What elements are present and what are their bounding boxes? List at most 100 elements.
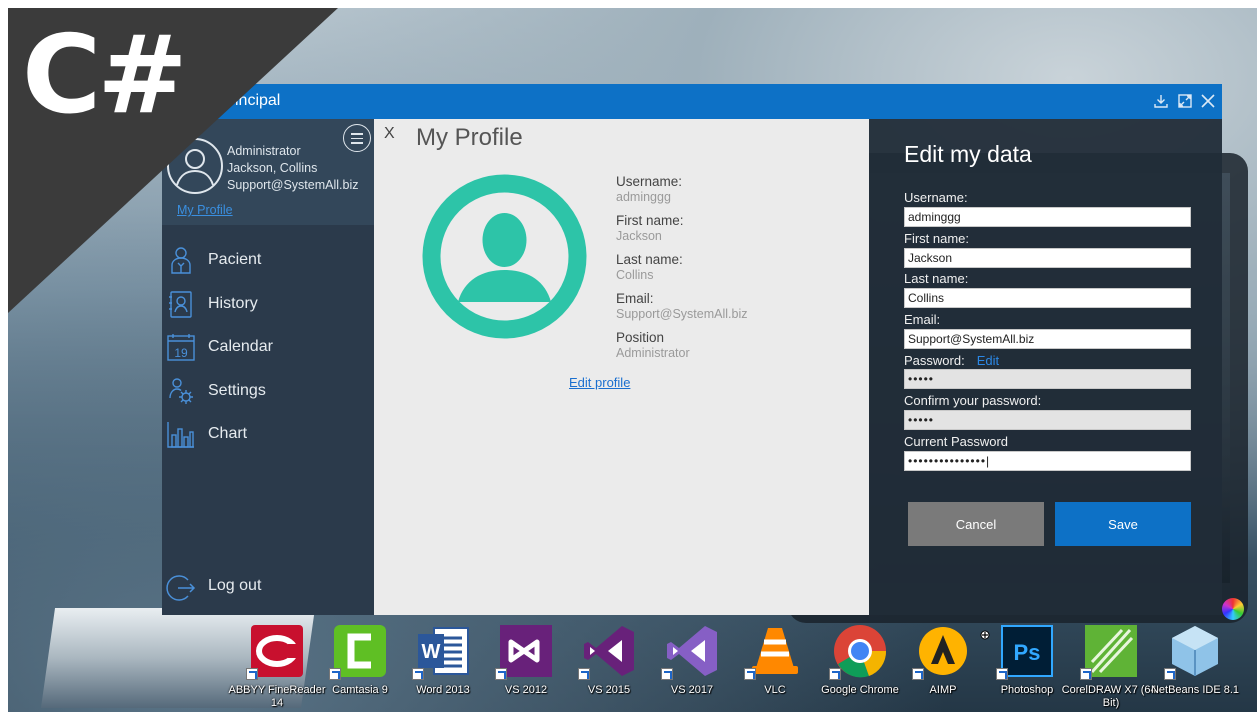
- position-label: Position: [616, 330, 665, 345]
- shortcut-arrow-icon: [1164, 668, 1176, 680]
- sidebar-item-calendar[interactable]: 19 Calendar: [162, 328, 374, 368]
- firstname-field[interactable]: [904, 248, 1191, 268]
- email-field[interactable]: [904, 329, 1191, 349]
- firstname-label: First name:: [616, 213, 684, 228]
- user-email: Support@SystemAll.biz: [227, 178, 359, 192]
- user-role: Administrator: [227, 144, 301, 158]
- current-password-label: Current Password: [904, 434, 1009, 449]
- shortcut-vs2012[interactable]: VS 2012: [481, 620, 561, 712]
- username-label: Username:: [616, 174, 683, 189]
- shortcut-camtasia[interactable]: Camtasia 9: [315, 620, 395, 712]
- lastname-value: Collins: [616, 268, 654, 282]
- sidebar-item-history[interactable]: History: [162, 285, 374, 325]
- calendar-icon: 19: [167, 334, 195, 361]
- username-field-label: Username:: [904, 190, 968, 205]
- position-value: Administrator: [616, 346, 690, 360]
- shortcut-arrow-icon: [495, 668, 507, 680]
- close-profile-button[interactable]: X: [384, 125, 395, 143]
- sidebar-item-label: History: [208, 295, 258, 312]
- settings-icon: [169, 378, 193, 404]
- shortcut-vs2017[interactable]: VS 2017: [647, 620, 727, 712]
- sidebar-item-label: Calendar: [208, 338, 273, 355]
- profile-fields: Username: adminggg First name: Jackson L…: [616, 174, 836, 369]
- top-border: [0, 0, 1257, 8]
- maximize-icon[interactable]: [1177, 93, 1193, 109]
- title-bar: Principal: [162, 84, 1222, 119]
- sidebar-item-pacient[interactable]: Pacient: [162, 241, 374, 281]
- username-field[interactable]: [904, 207, 1191, 227]
- edit-panel-title: Edit my data: [904, 141, 1032, 167]
- save-button[interactable]: Save: [1055, 502, 1191, 546]
- sidebar-item-label: Chart: [208, 425, 248, 442]
- shortcut-vs2015[interactable]: VS 2015: [564, 620, 644, 712]
- shortcut-word[interactable]: W Word 2013: [398, 620, 478, 712]
- shortcut-arrow-icon: [829, 668, 841, 680]
- my-profile-link[interactable]: My Profile: [177, 203, 233, 217]
- calendar-day: 19: [174, 346, 188, 360]
- lastname-field[interactable]: [904, 288, 1191, 308]
- logout-button[interactable]: Log out: [162, 569, 374, 609]
- profile-avatar-icon: [422, 174, 587, 339]
- download-icon[interactable]: [1153, 93, 1169, 109]
- sidebar-item-chart[interactable]: Chart: [162, 415, 374, 455]
- firstname-value: Jackson: [616, 229, 662, 243]
- email-field-label: Email:: [904, 312, 941, 327]
- password-label-text: Password:: [904, 353, 965, 368]
- user-name: Jackson, Collins: [227, 161, 318, 175]
- sidebar-item-label: Settings: [208, 382, 266, 399]
- shortcut-arrow-icon: [578, 668, 590, 680]
- password-field[interactable]: [904, 369, 1191, 389]
- shortcut-arrow-icon: [329, 668, 341, 680]
- shortcut-arrow-icon: [246, 668, 258, 680]
- my-profile-panel: X My Profile Username: adminggg First na…: [374, 119, 869, 615]
- color-wheel-icon: [1222, 598, 1244, 620]
- email-value: Support@SystemAll.biz: [616, 307, 748, 321]
- svg-text:W: W: [422, 641, 441, 663]
- shortcut-label: NetBeans IDE 8.1: [1150, 684, 1240, 696]
- shortcut-arrow-icon: [661, 668, 673, 680]
- shortcut-netbeans[interactable]: NetBeans IDE 8.1: [1150, 620, 1239, 712]
- cancel-button[interactable]: Cancel: [908, 502, 1044, 546]
- lastname-label: Last name:: [616, 252, 683, 267]
- shortcut-arrow-icon: [412, 668, 424, 680]
- confirm-password-label: Confirm your password:: [904, 393, 1042, 408]
- edit-profile-link[interactable]: Edit profile: [569, 375, 630, 390]
- email-label: Email:: [616, 291, 654, 306]
- password-field-label: Password: Edit: [904, 353, 999, 368]
- csharp-logo: C#: [22, 13, 188, 138]
- shortcut-coreldraw[interactable]: CorelDRAW X7 (64-Bit): [1062, 620, 1160, 712]
- history-icon: [169, 291, 192, 318]
- shortcut-aimp[interactable]: AIMP: [898, 620, 978, 712]
- firstname-field-label: First name:: [904, 231, 970, 246]
- shortcut-arrow-icon: [912, 668, 924, 680]
- menu-toggle-button[interactable]: [343, 124, 371, 152]
- current-password-field[interactable]: [904, 451, 1191, 471]
- cursor-icon: [980, 630, 990, 640]
- page-title: My Profile: [416, 124, 523, 151]
- username-value: adminggg: [616, 190, 671, 204]
- shortcut-arrow-icon: [996, 668, 1008, 680]
- shortcut-photoshop[interactable]: Ps Photoshop: [982, 620, 1062, 712]
- shortcut-chrome[interactable]: Google Chrome: [815, 620, 899, 712]
- user-details: Administrator Jackson, Collins Support@S…: [227, 143, 359, 194]
- sidebar-item-label: Pacient: [208, 251, 262, 268]
- lastname-field-label: Last name:: [904, 271, 969, 286]
- chart-icon: [167, 422, 194, 448]
- close-icon[interactable]: [1200, 93, 1216, 109]
- logout-icon: [166, 575, 196, 601]
- confirm-password-field[interactable]: [904, 410, 1191, 430]
- patient-icon: [171, 247, 191, 274]
- shortcut-arrow-icon: [1080, 668, 1092, 680]
- sidebar: Administrator Jackson, Collins Support@S…: [162, 119, 374, 615]
- svg-text:Ps: Ps: [1014, 640, 1041, 665]
- shortcut-arrow-icon: [744, 668, 756, 680]
- shortcut-abbyy[interactable]: ABBYY FineReader 14: [228, 620, 326, 712]
- desktop-shortcuts: ABBYY FineReader 14 Camtasia 9 W Word 20…: [228, 620, 1257, 712]
- left-border: [0, 0, 8, 712]
- app-window: Principal Administrator Jackson, Collins…: [162, 84, 1222, 615]
- shortcut-vlc[interactable]: VLC: [730, 620, 810, 712]
- edit-data-panel: Edit my data Username: First name: Last …: [869, 119, 1222, 615]
- logout-label: Log out: [208, 577, 262, 594]
- password-edit-link[interactable]: Edit: [977, 353, 999, 368]
- sidebar-item-settings[interactable]: Settings: [162, 372, 374, 412]
